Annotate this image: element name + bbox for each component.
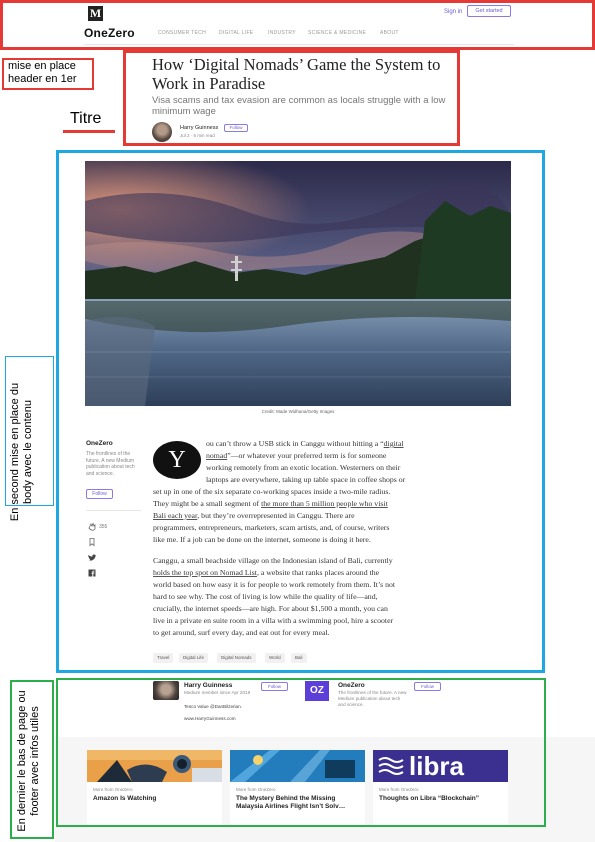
footer-note: En dernier le bas de page ou footer avec… [16,690,41,832]
header-annotation-box [0,0,595,50]
footer-annotation-box [56,678,546,827]
body-annotation-box [56,150,545,673]
title-note: Titre [70,110,102,127]
title-note-underline [63,130,115,133]
body-note: En second mise en place du body avec le … [9,382,34,522]
header-note: mise en place header en 1er [8,60,77,85]
title-annotation-box [123,50,460,146]
